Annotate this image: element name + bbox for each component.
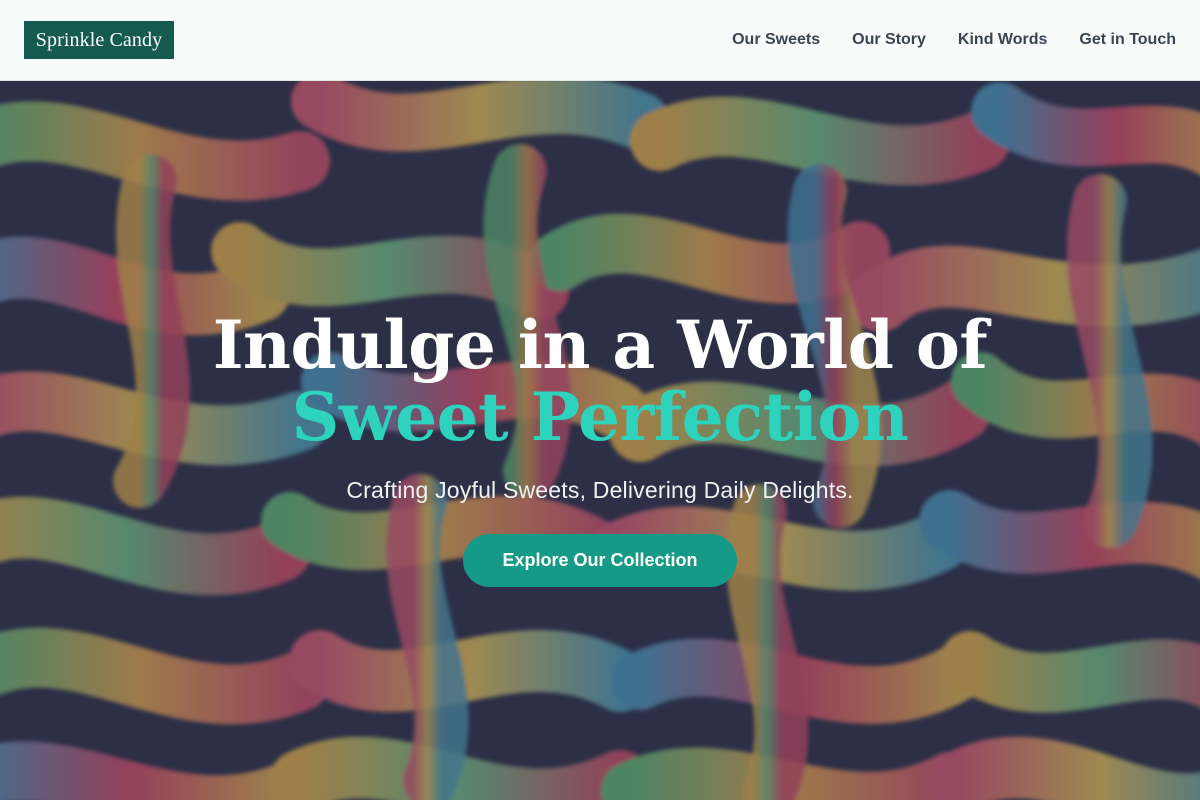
nav-link-get-in-touch[interactable]: Get in Touch — [1079, 31, 1176, 49]
hero-section: Indulge in a World of Sweet Perfection C… — [0, 81, 1200, 800]
hero-title-line1: Indulge in a World of — [212, 306, 988, 384]
logo[interactable]: Sprinkle Candy — [24, 21, 174, 59]
main-nav: Our Sweets Our Story Kind Words Get in T… — [732, 0, 1176, 80]
hero-title-line2: Sweet Perfection — [291, 378, 909, 456]
nav-link-kind-words[interactable]: Kind Words — [958, 31, 1047, 49]
hero-subtitle: Crafting Joyful Sweets, Delivering Daily… — [346, 477, 854, 503]
nav-link-our-story[interactable]: Our Story — [852, 31, 926, 49]
nav-link-our-sweets[interactable]: Our Sweets — [732, 31, 820, 49]
explore-collection-button[interactable]: Explore Our Collection — [463, 534, 737, 587]
hero-title: Indulge in a World of Sweet Perfection — [0, 309, 1200, 453]
site-header: Sprinkle Candy Our Sweets Our Story Kind… — [0, 0, 1200, 81]
